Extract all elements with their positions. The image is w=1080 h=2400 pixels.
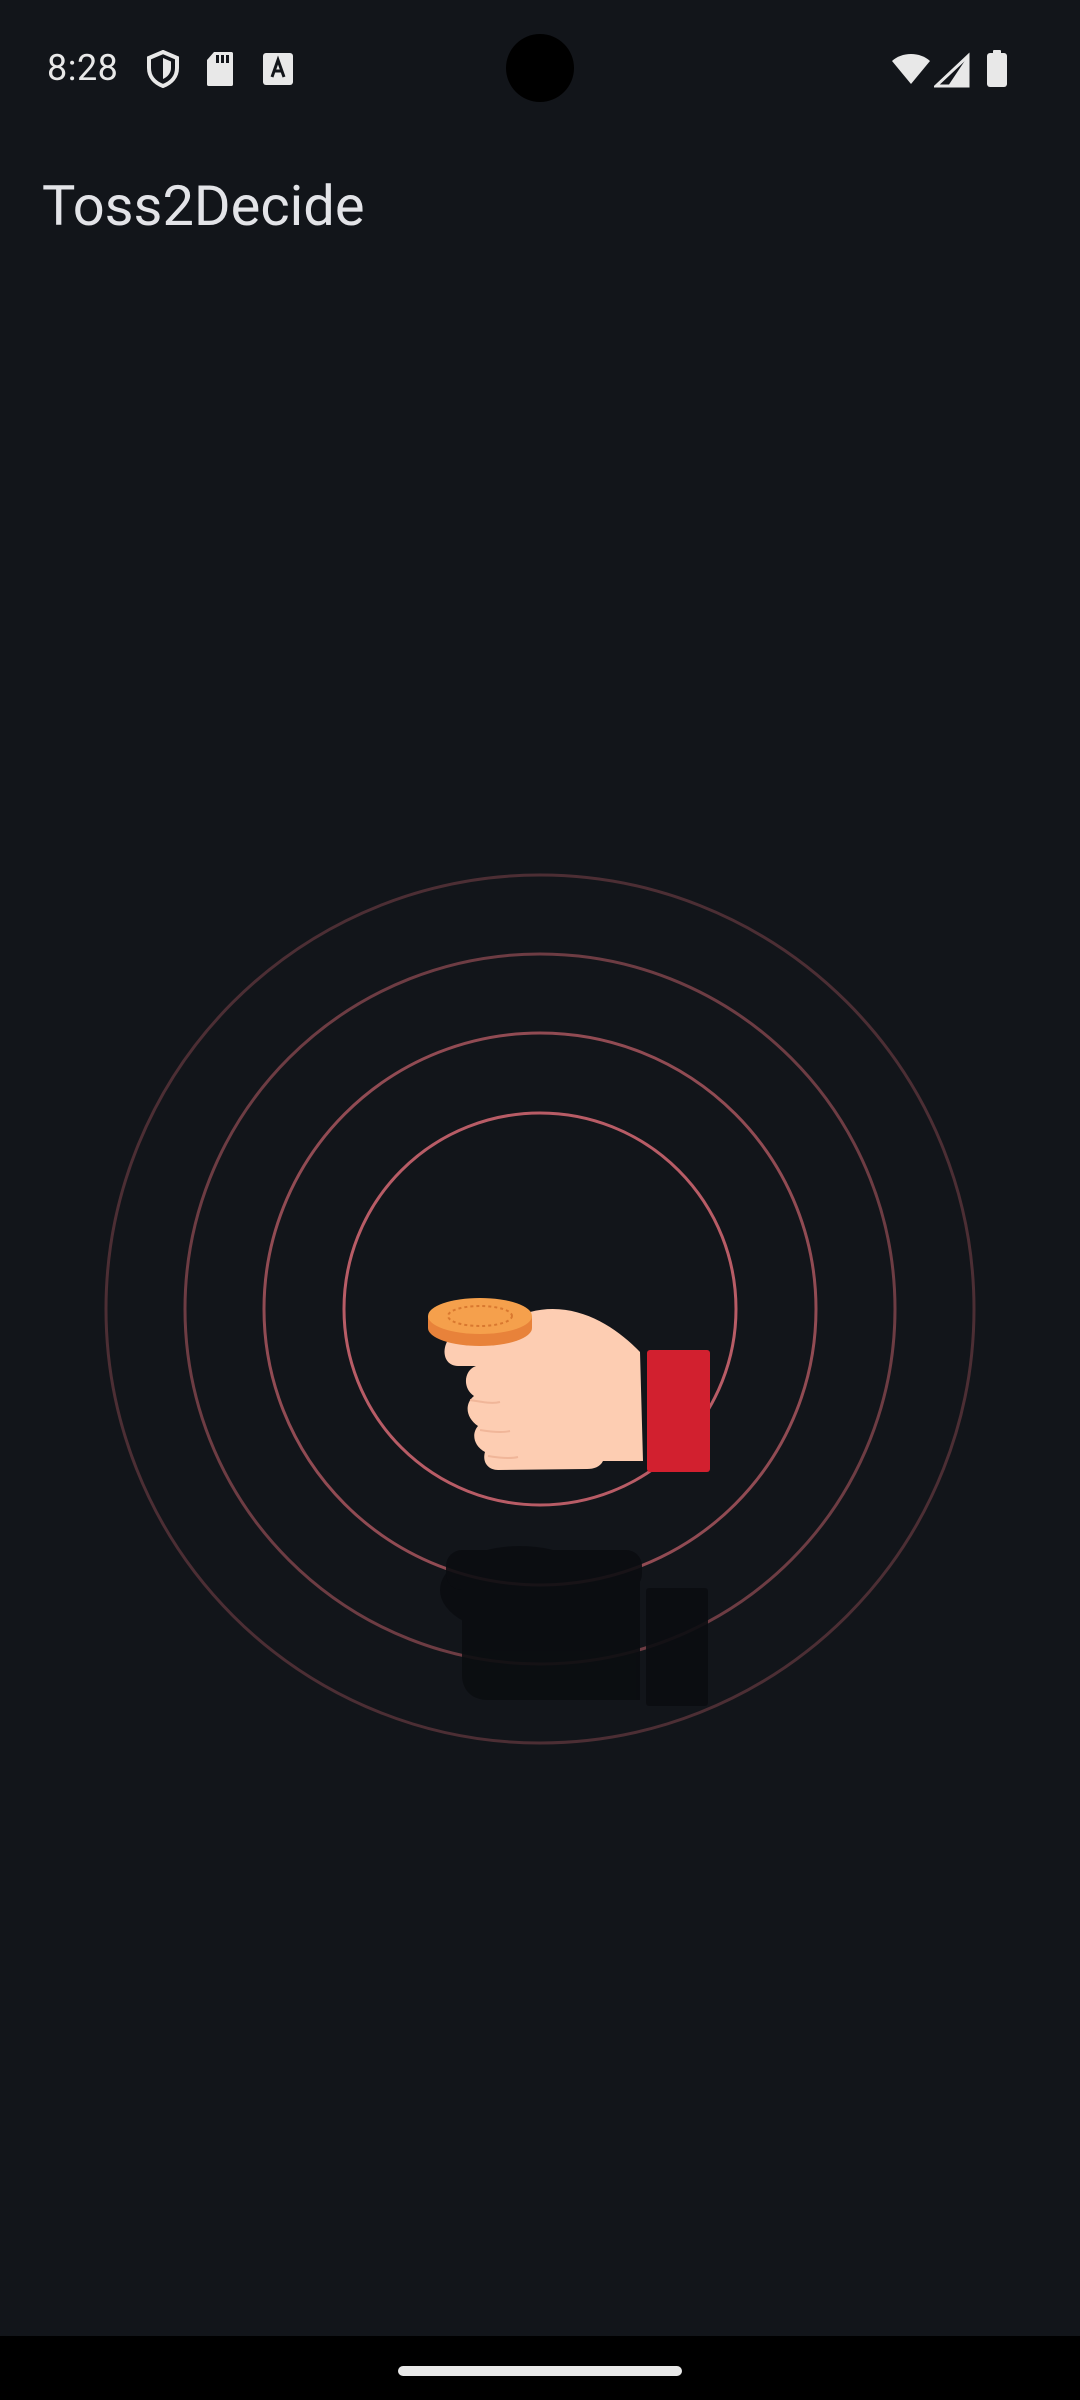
shield-icon	[147, 50, 179, 88]
hand-shadow	[440, 1546, 708, 1706]
sd-card-icon	[207, 52, 233, 86]
toss-button[interactable]	[0, 860, 1080, 1760]
font-download-icon	[263, 53, 293, 85]
hand-flipping-coin-icon	[428, 1298, 710, 1472]
status-bar: 8:28	[0, 0, 1080, 140]
page-title: Toss2Decide	[42, 173, 365, 239]
camera-cutout	[506, 34, 574, 102]
battery-icon	[987, 50, 1007, 87]
wifi-icon	[892, 54, 930, 84]
gesture-handle[interactable]	[398, 2366, 682, 2376]
status-time: 8:28	[47, 47, 119, 89]
cellular-signal-icon	[934, 52, 970, 88]
